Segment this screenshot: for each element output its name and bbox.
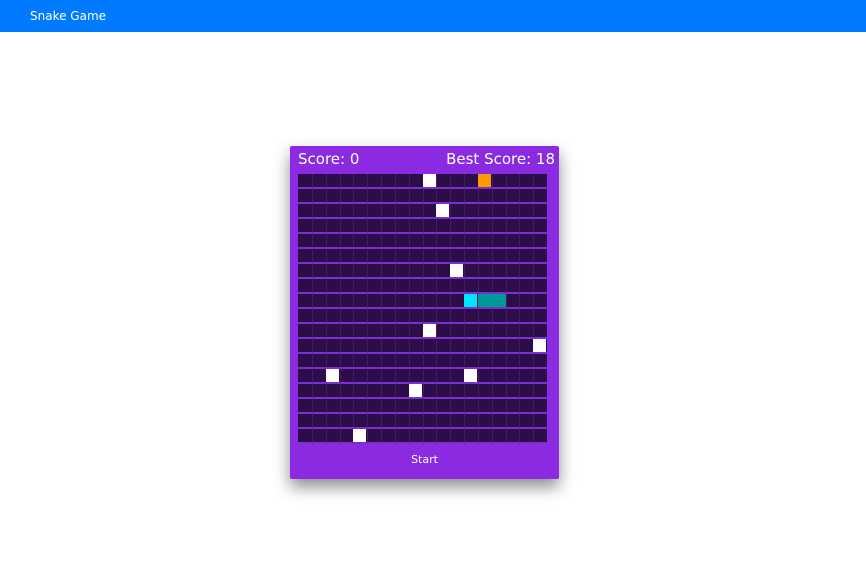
board-grid-line	[312, 174, 313, 444]
board-grid-line	[395, 174, 396, 444]
top-app-bar: Snake Game	[0, 0, 866, 32]
snake-head	[464, 294, 477, 307]
best-score-display: Best Score: 18	[446, 150, 555, 168]
obstacle-block	[533, 339, 546, 352]
board-grid-line	[492, 174, 493, 444]
food-pellet	[478, 174, 491, 187]
snake-body-segment	[492, 294, 506, 307]
start-button[interactable]: Start	[290, 452, 559, 468]
board-grid-line	[367, 174, 368, 444]
board-grid-line	[423, 174, 424, 444]
board-grid-line	[506, 174, 507, 444]
board-grid-line	[381, 174, 382, 444]
board-grid-line	[340, 174, 341, 444]
board-grid-line	[409, 174, 410, 444]
obstacle-block	[436, 204, 449, 217]
board-grid-line	[478, 174, 479, 444]
obstacle-block	[423, 174, 436, 187]
board-grid-line	[464, 174, 465, 444]
snake-body-segment	[478, 294, 492, 307]
obstacle-block	[450, 264, 463, 277]
board-grid-line	[326, 174, 327, 444]
obstacle-block	[464, 369, 477, 382]
obstacle-block	[326, 369, 339, 382]
obstacle-block	[353, 429, 366, 442]
board-grid-line	[533, 174, 534, 444]
board-grid-line	[450, 174, 451, 444]
game-panel: Score: 0 Best Score: 18 Start	[290, 146, 559, 479]
app-title: Snake Game	[30, 9, 107, 23]
board-grid-line	[519, 174, 520, 444]
obstacle-block	[423, 324, 436, 337]
board-grid-line	[353, 174, 354, 444]
obstacle-block	[409, 384, 422, 397]
score-display: Score: 0	[298, 150, 360, 168]
game-board[interactable]	[298, 174, 547, 444]
